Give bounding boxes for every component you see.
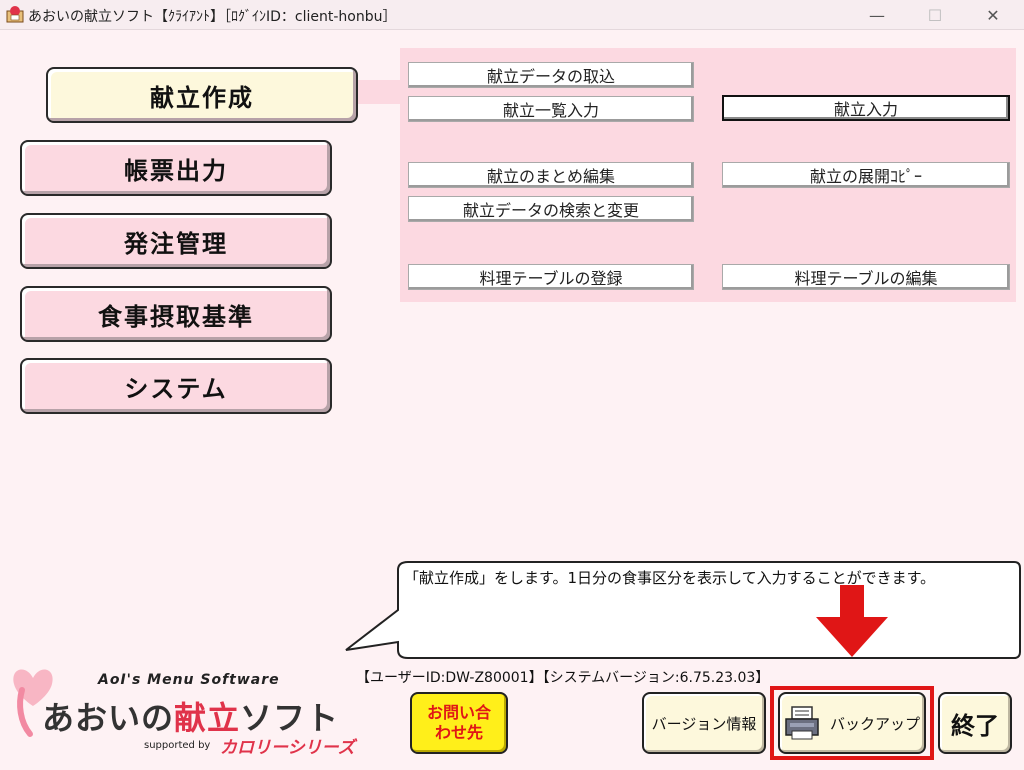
backup-highlight — [770, 686, 934, 760]
category-report-output[interactable]: 帳票出力 — [20, 140, 332, 196]
minimize-icon[interactable]: — — [854, 0, 900, 30]
import-menu-data-button[interactable]: 献立データの取込 — [408, 62, 694, 88]
close-icon[interactable]: ✕ — [970, 0, 1016, 30]
status-line: 【ユーザーID:DW-Z80001】【システムバージョン:6.75.23.03】 — [356, 670, 770, 686]
inquiry-label: お問い合 — [426, 703, 491, 722]
title-bar: あおいの献立ソフト【ｸﾗｲｱﾝﾄ】［ﾛｸﾞｲﾝID：client-honbu］ … — [0, 0, 1024, 30]
logo-series: カロリーシリーズ — [220, 738, 355, 758]
window-title: あおいの献立ソフト【ｸﾗｲｱﾝﾄ】［ﾛｸﾞｲﾝID：client-honbu］ — [28, 9, 397, 25]
exit-label: 終了 — [951, 711, 999, 740]
category-label: 食事摂取基準 — [98, 302, 254, 331]
inquiry-button[interactable]: お問い合 わせ先 — [410, 692, 508, 754]
dish-table-register-button[interactable]: 料理テーブルの登録 — [408, 264, 694, 290]
version-info-label: バージョン情報 — [651, 714, 757, 733]
category-order-management[interactable]: 発注管理 — [20, 213, 332, 269]
app-icon — [6, 6, 24, 23]
down-arrow-icon — [816, 585, 888, 657]
menu-input-button[interactable]: 献立入力 — [722, 95, 1010, 121]
logo-part: あおいの — [42, 699, 175, 737]
logo-english: AoI's Menu Software — [98, 672, 280, 688]
menu-list-input-button[interactable]: 献立一覧入力 — [408, 96, 694, 122]
category-label: 発注管理 — [124, 229, 228, 258]
category-menu-create[interactable]: 献立作成 — [46, 67, 358, 123]
panel-connector — [358, 80, 402, 104]
version-info-button[interactable]: バージョン情報 — [642, 692, 766, 754]
category-intake-standard[interactable]: 食事摂取基準 — [20, 286, 332, 342]
category-label: システム — [124, 374, 228, 403]
inquiry-label: わせ先 — [434, 723, 483, 742]
maximize-icon[interactable]: ☐ — [912, 0, 958, 30]
menu-expand-copy-button[interactable]: 献立の展開ｺﾋﾟｰ — [722, 162, 1010, 188]
logo-part: ソフト — [240, 699, 340, 737]
logo-part: 献立 — [174, 699, 241, 737]
menu-search-change-button[interactable]: 献立データの検索と変更 — [408, 196, 694, 222]
menu-bulk-edit-button[interactable]: 献立のまとめ編集 — [408, 162, 694, 188]
category-label: 献立作成 — [150, 83, 254, 112]
exit-button[interactable]: 終了 — [938, 692, 1012, 754]
logo-supported-by: supported by — [144, 740, 211, 751]
dish-table-edit-button[interactable]: 料理テーブルの編集 — [722, 264, 1010, 290]
category-label: 帳票出力 — [124, 156, 228, 185]
category-system[interactable]: システム — [20, 358, 332, 414]
help-message: 「献立作成」をします。1日分の食事区分を表示して入力することができます。 — [404, 569, 936, 587]
